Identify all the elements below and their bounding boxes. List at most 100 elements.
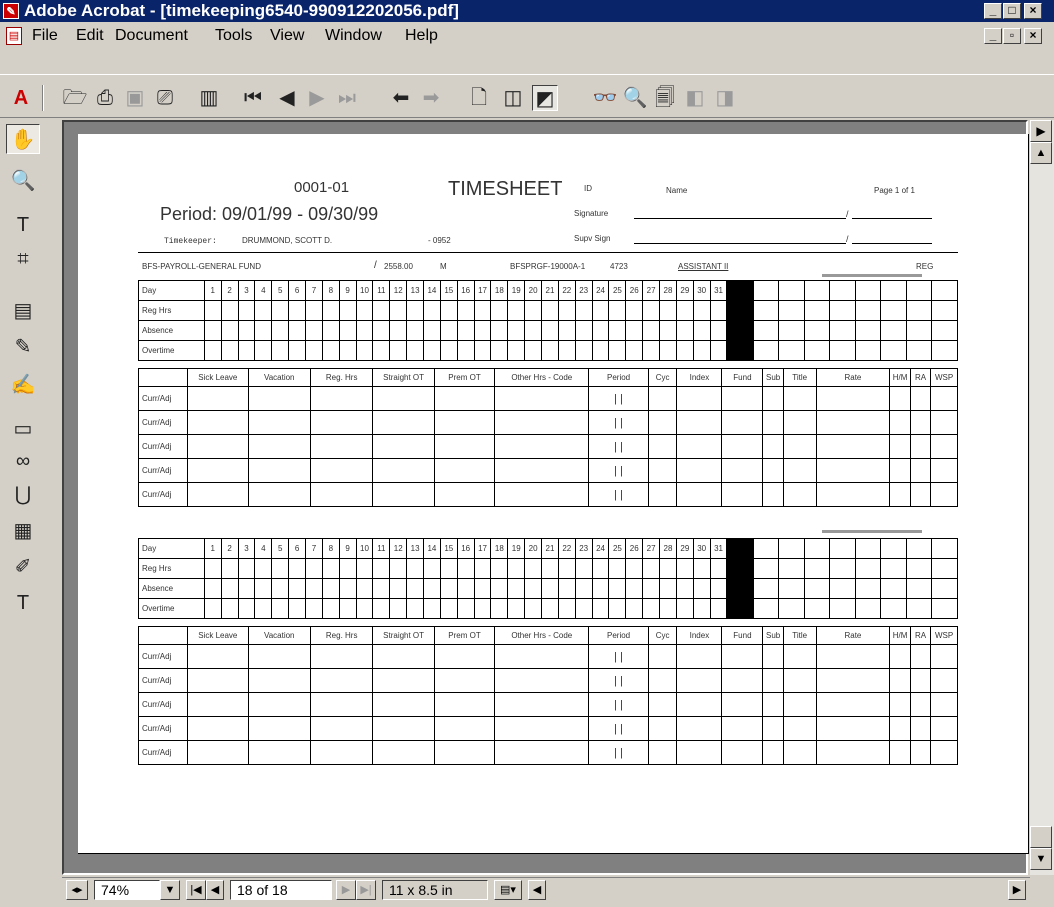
hours-cell (524, 558, 543, 579)
acrobat-app-icon[interactable]: ✎ (3, 3, 19, 19)
touchup-text-tool-icon[interactable]: T (6, 588, 40, 618)
hours-cell (237, 578, 256, 599)
adjustment-cell (433, 692, 496, 717)
vertical-scrollbar[interactable]: ▶ ▲ ▼ (1030, 120, 1054, 875)
hours-cell (557, 578, 576, 599)
adjustment-cell (372, 434, 435, 459)
adjustment-cell (247, 668, 311, 693)
zoom-field[interactable]: 74% (94, 880, 160, 900)
adjustment-cell (433, 668, 496, 693)
last-page-button[interactable]: ▶| (356, 880, 376, 900)
extra-cell (854, 300, 882, 321)
article-tool-icon[interactable]: ⋃ (6, 480, 40, 510)
scroll-up-button[interactable]: ▲ (1030, 142, 1052, 164)
scroll-thumb[interactable] (1030, 826, 1052, 848)
hand-tool-icon[interactable]: ✋ (6, 124, 40, 154)
adjustment-cell (494, 644, 590, 669)
close-button[interactable]: × (1024, 3, 1042, 19)
hours-cell (203, 320, 222, 341)
menu-document[interactable]: Document (115, 24, 188, 48)
hours-cell (675, 558, 694, 579)
previous-page-icon[interactable]: ◀ (274, 85, 300, 111)
doc-minimize-button[interactable]: _ (984, 28, 1002, 44)
movie-tool-icon[interactable]: ▭ (6, 414, 40, 444)
menu-view[interactable]: View (270, 24, 304, 48)
first-page-icon[interactable]: ⏮ (240, 85, 266, 111)
fit-width-icon[interactable]: ◩ (532, 85, 558, 111)
adjustment-cell (372, 668, 435, 693)
menu-tools[interactable]: Tools (215, 24, 252, 48)
hours-cell (423, 320, 441, 341)
maximize-button[interactable]: □ (1003, 3, 1021, 19)
page-layout-icon[interactable]: ▤▾ (494, 880, 522, 900)
search-results-icon[interactable]: 🗐 (652, 85, 678, 111)
save-icon[interactable]: ▣ (122, 85, 148, 111)
hscroll-right-button[interactable]: ▶ (1008, 880, 1026, 900)
adjustment-cell (433, 386, 496, 411)
doc-close-button[interactable]: × (1024, 28, 1042, 44)
day-number: 4 (254, 538, 273, 559)
document-pane[interactable]: 0001-01 TIMESHEET Period: 09/01/99 - 09/… (62, 120, 1029, 875)
search-icon[interactable]: 🔍 (622, 85, 648, 111)
next-page-icon[interactable]: ▶ (304, 85, 330, 111)
hours-cell (321, 300, 340, 321)
last-page-icon[interactable]: ⏭ (334, 85, 360, 111)
menu-window[interactable]: Window (325, 24, 382, 48)
page-field[interactable]: 18 of 18 (230, 880, 332, 900)
next-highlight-icon[interactable]: ◨ (712, 85, 738, 111)
form-tool-icon[interactable]: ▦ (6, 516, 40, 546)
pencil-tool-icon[interactable]: ✎ (6, 332, 40, 362)
day-number: 24 (591, 280, 610, 301)
zoom-tool-icon[interactable]: 🔍 (6, 166, 40, 196)
link-tool-icon[interactable]: ∞ (6, 446, 40, 476)
first-page-button[interactable]: |◀ (186, 880, 206, 900)
next-page-button[interactable]: ▶ (336, 880, 356, 900)
scroll-down-button[interactable]: ▼ (1030, 848, 1052, 870)
menu-edit[interactable]: Edit (76, 24, 104, 48)
adjustment-row: Curr/Adj | | (137, 482, 958, 507)
split-icon[interactable]: ◂▸ (66, 880, 88, 900)
adjustment-cell (930, 716, 958, 741)
signature-tool-icon[interactable]: ✐ (6, 552, 40, 582)
go-back-icon[interactable]: ⬅ (388, 85, 414, 111)
extra-cell (752, 320, 780, 341)
find-icon[interactable]: 👓 (592, 85, 618, 111)
split-arrow-icon[interactable]: ▶ (1030, 120, 1052, 142)
zoom-dropdown-icon[interactable]: ▼ (160, 880, 180, 900)
hours-cell (625, 320, 644, 341)
document-icon[interactable]: ▤ (6, 27, 22, 45)
period-cell: | | (588, 386, 649, 411)
hours-cell (439, 340, 458, 361)
adjustment-cell (247, 740, 311, 765)
hscroll-left-button[interactable]: ◀ (528, 880, 546, 900)
hours-cell (321, 598, 340, 619)
open-icon[interactable]: 🗁 (62, 85, 88, 111)
acquire-icon[interactable]: ⎙ (92, 85, 118, 111)
adjustment-cell (930, 740, 958, 765)
actual-size-icon[interactable]: 🗋 (466, 85, 492, 111)
text-select-tool-icon[interactable]: T (6, 210, 40, 240)
signature-date-line (852, 218, 932, 219)
menu-file[interactable]: File (32, 24, 58, 48)
previous-highlight-icon[interactable]: ◧ (682, 85, 708, 111)
fit-page-icon[interactable]: ◫ (500, 85, 526, 111)
hours-cell (372, 340, 391, 361)
print-icon[interactable]: ⎚ (152, 85, 178, 111)
go-forward-icon[interactable]: ➡ (418, 85, 444, 111)
hours-cell (490, 558, 509, 579)
adjustment-cell (762, 386, 784, 411)
show-bookmarks-icon[interactable]: ▥ (196, 85, 222, 111)
note-tool-icon[interactable]: ▤ (6, 296, 40, 326)
hours-cell (271, 300, 290, 321)
column-header: Other Hrs - Code (494, 626, 590, 645)
previous-page-button[interactable]: ◀ (206, 880, 224, 900)
doc-restore-button[interactable]: ▫ (1003, 28, 1021, 44)
minimize-button[interactable]: _ (984, 3, 1002, 19)
highlight-tool-icon[interactable]: ✍ (6, 370, 40, 400)
hours-cell (439, 598, 458, 619)
menu-help[interactable]: Help (405, 24, 438, 48)
hours-cell (675, 598, 694, 619)
hours-cell (237, 340, 256, 361)
extra-cell (905, 538, 933, 559)
crop-tool-icon[interactable]: ⌗ (6, 244, 40, 274)
